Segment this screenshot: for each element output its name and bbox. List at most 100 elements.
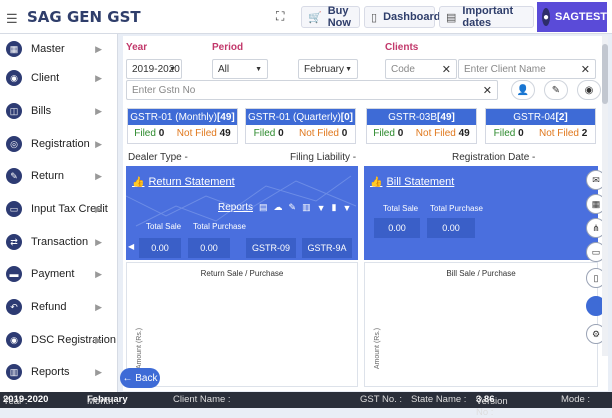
dropdown-arrow-icon[interactable]: ▼ <box>342 203 351 213</box>
thumbs-up-icon: 👍 <box>370 176 383 188</box>
clear-icon[interactable]: ✕ <box>442 63 451 76</box>
dropdown-arrow-icon: ▼ <box>169 65 176 73</box>
sidebar: ▦ Master ▶ ◉ Client ▶ ◫ Bills ▶ ◎ Registration ▶… <box>0 34 118 392</box>
status-mode-label: Mode : <box>561 394 591 405</box>
y-axis-label: Amount (Rs.) <box>136 327 144 370</box>
sidebar-item-transaction[interactable]: ⇄ Transaction ▶ <box>0 227 118 257</box>
bills-icon: ◫ <box>6 103 22 119</box>
gstn-input[interactable]: Enter Gstn No ✕ <box>126 80 498 100</box>
sidebar-item-refund[interactable]: ↶ Refund ▶ <box>0 292 118 322</box>
dropdown-arrow-icon: ▼ <box>255 65 262 73</box>
period-label: Period <box>212 42 244 53</box>
bill-statement-title[interactable]: 👍 Bill Statement <box>370 176 454 188</box>
thumbs-up-icon: 👍 <box>132 176 145 188</box>
refund-icon: ↶ <box>6 299 22 315</box>
sidebar-item-dsc-registration[interactable]: ◉ DSC Registration ▶ <box>0 325 118 355</box>
chart-title: Bill Sale / Purchase <box>446 269 516 278</box>
month-select[interactable]: February ▼ <box>298 59 358 79</box>
total-sale-value: 0.00 <box>139 238 181 258</box>
scrollbar[interactable] <box>602 36 608 356</box>
cloud-upload-icon[interactable]: ☁ <box>274 202 283 213</box>
client-icon: ◉ <box>6 70 22 86</box>
fullscreen-icon[interactable]: ⛶ <box>276 9 289 23</box>
period-select[interactable]: All ▼ <box>212 59 268 79</box>
reports-icon: ▥ <box>6 364 22 380</box>
bill-sale-purchase-chart: Bill Sale / Purchase Amount (Rs.) <box>364 262 598 387</box>
return-statement-title[interactable]: 👍 Return Statement <box>132 176 235 188</box>
user-menu[interactable]: ● SAGTEST <box>537 2 607 32</box>
gstr-09-button[interactable]: GSTR-09 <box>246 238 296 258</box>
sidebar-item-reports[interactable]: ▥ Reports ▶ <box>0 357 118 387</box>
pencil-icon: ✎ <box>551 84 561 96</box>
sidebar-item-payment[interactable]: ▬ Payment ▶ <box>0 259 118 289</box>
clear-icon[interactable]: ✕ <box>581 63 590 76</box>
input-tax-credit-icon: ▭ <box>6 201 22 217</box>
chevron-right-icon: ▶ <box>95 301 102 312</box>
year-label: Year <box>126 42 148 53</box>
master-icon: ▦ <box>6 41 22 57</box>
clients-label: Clients <box>385 42 419 53</box>
sidebar-item-input-tax-credit[interactable]: ▭ Input Tax Credit ▶ <box>0 194 118 224</box>
dealer-type-label: Dealer Type - <box>128 152 188 163</box>
bar-chart-icon[interactable]: ▮ <box>332 202 337 213</box>
gstr-01-monthly-card[interactable]: GSTR-01 (Monthly) [49] Filed 0 Not Filed … <box>127 108 238 144</box>
chevron-right-icon: ▶ <box>95 236 102 247</box>
account-button[interactable]: ◉ <box>577 80 601 100</box>
avatar: ● <box>542 8 551 26</box>
total-sale-label: Total Sale <box>146 222 182 231</box>
status-client-name-label: Client Name : <box>173 394 231 405</box>
chevron-right-icon: ▶ <box>95 366 102 377</box>
calendar-icon: ▤ <box>446 11 457 24</box>
gstr-03b-card[interactable]: GSTR-03B [49] Filed 0 Not Filed 49 <box>366 108 477 144</box>
chevron-right-icon: ▶ <box>95 203 102 214</box>
status-bar: Year : 2019-2020 Month : February Client… <box>0 392 612 418</box>
pdf-icon[interactable]: ▤ <box>259 202 268 213</box>
year-select[interactable]: 2019-2020 ▼ <box>126 59 182 79</box>
registration-date-label: Registration Date - <box>452 152 536 163</box>
app-title: SAG GEN GST <box>27 8 141 26</box>
hamburger-menu-icon[interactable]: ☰ <box>6 11 18 27</box>
client-profile-button[interactable]: 👤 <box>511 80 535 100</box>
chevron-right-icon: ▶ <box>95 334 102 345</box>
bill-total-purchase-value: 0.00 <box>427 218 475 238</box>
return-sale-purchase-chart: Return Sale / Purchase Amount (Rs.) <box>126 262 358 387</box>
sidebar-item-bills[interactable]: ◫ Bills ▶ <box>0 96 118 126</box>
bill-statement-panel: 👍 Bill Statement Total Sale Total Purchas… <box>364 166 598 260</box>
chevron-left-icon[interactable]: ◀ <box>128 242 134 251</box>
chevron-right-icon: ▶ <box>95 170 102 181</box>
payment-icon: ▬ <box>6 266 22 282</box>
client-name-input[interactable]: Enter Client Name ✕ <box>458 59 596 79</box>
sidebar-item-return[interactable]: ✎ Return ▶ <box>0 161 118 191</box>
back-button[interactable]: ← Back <box>120 368 160 388</box>
chart-title: Return Sale / Purchase <box>200 269 284 278</box>
sidebar-item-master[interactable]: ▦ Master ▶ <box>0 34 118 64</box>
chevron-right-icon: ▶ <box>95 72 102 83</box>
dashboard-button[interactable]: ▯ Dashboard <box>364 6 441 28</box>
scrollbar-thumb[interactable] <box>602 44 608 104</box>
dropdown-arrow-icon[interactable]: ▼ <box>317 203 326 213</box>
gstr-9a-button[interactable]: GSTR-9A <box>302 238 352 258</box>
status-gst-label: GST No. : <box>360 394 403 405</box>
gstr-01-quarterly-card[interactable]: GSTR-01 (Quarterly) [0] Filed 0 Not Filed… <box>245 108 356 144</box>
buy-now-button[interactable]: 🛒 Buy Now <box>301 5 360 29</box>
status-state-label: State Name : <box>411 394 467 405</box>
gstr-04-card[interactable]: GSTR-04 [2] Filed 0 Not Filed 2 <box>485 108 596 144</box>
reports-link[interactable]: Reports <box>218 202 253 213</box>
chevron-right-icon: ▶ <box>95 105 102 116</box>
cart-icon: 🛒 <box>308 11 322 24</box>
bill-total-sale-value: 0.00 <box>374 218 420 238</box>
total-purchase-label: Total Purchase <box>193 222 246 231</box>
sidebar-item-registration[interactable]: ◎ Registration ▶ <box>0 129 118 159</box>
clear-icon[interactable]: ✕ <box>483 84 492 97</box>
return-icon: ✎ <box>6 168 22 184</box>
print-icon[interactable]: ▥ <box>302 202 311 213</box>
document-icon: ▯ <box>371 11 378 24</box>
transaction-icon: ⇄ <box>6 234 22 250</box>
sidebar-item-client[interactable]: ◉ Client ▶ <box>0 63 118 93</box>
user-circle-icon: ◉ <box>584 84 594 96</box>
edit-icon[interactable]: ✎ <box>289 202 297 213</box>
client-code-input[interactable]: Code ✕ <box>385 59 457 79</box>
edit-button[interactable]: ✎ <box>544 80 568 100</box>
bill-total-purchase-label: Total Purchase <box>430 204 483 213</box>
important-dates-button[interactable]: ▤ Important dates <box>439 5 534 29</box>
